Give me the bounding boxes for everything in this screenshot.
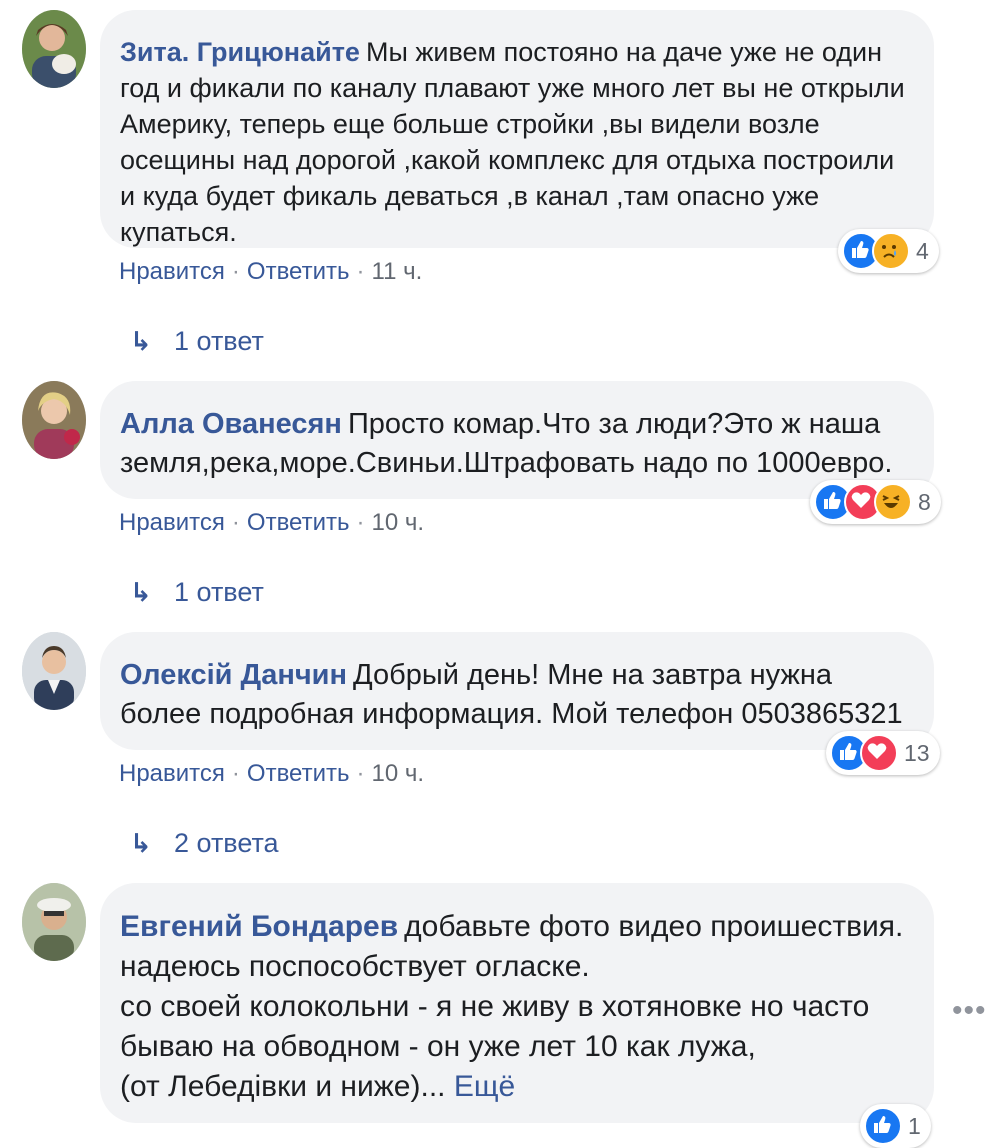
avatar[interactable] <box>22 883 86 961</box>
replies-label: 2 ответа <box>174 828 279 858</box>
like-link[interactable]: Нравится <box>119 509 225 536</box>
view-replies-link[interactable]: ↳ 2 ответа <box>130 828 279 859</box>
avatar[interactable] <box>22 10 86 88</box>
reaction-count: 4 <box>916 237 929 264</box>
comment-author[interactable]: Зита. Грицюнайте <box>120 37 360 67</box>
separator: · <box>231 509 240 536</box>
separator: · <box>356 258 365 285</box>
comment-author[interactable]: Алла Ованесян <box>120 408 342 440</box>
comment-time[interactable]: 11 ч. <box>372 258 423 285</box>
like-link[interactable]: Нравится <box>119 760 225 787</box>
comment-author[interactable]: Олексій Данчин <box>120 659 347 691</box>
haha-icon <box>874 483 912 521</box>
more-options-icon[interactable]: ••• <box>952 994 987 1028</box>
comment-author[interactable]: Евгений Бондарев <box>120 910 398 943</box>
reply-arrow-icon: ↳ <box>130 828 152 858</box>
sad-icon <box>872 232 910 270</box>
reaction-count: 13 <box>904 739 930 766</box>
separator: · <box>231 258 240 285</box>
comment-actions: Нравится · Ответить · 11 ч. <box>119 258 422 286</box>
comment-text-line-4: (от Лебедівки и ниже)... <box>120 1070 446 1103</box>
comment-text: Мы живем постояно на даче уже не один го… <box>120 37 905 247</box>
avatar[interactable] <box>22 381 86 459</box>
comment-bubble: Олексій Данчин Добрый день! Мне на завтра… <box>100 632 934 750</box>
reply-arrow-icon: ↳ <box>130 577 152 607</box>
avatar[interactable] <box>22 632 86 710</box>
like-icon <box>864 1107 902 1145</box>
comment-bubble: Зита. Грицюнайте Мы живем постояно на дач… <box>100 10 934 248</box>
view-replies-link[interactable]: ↳ 1 ответ <box>130 326 264 357</box>
reply-link[interactable]: Ответить <box>247 760 350 787</box>
separator: · <box>231 760 240 787</box>
comment-line: (от Лебедівки и ниже)... Ещё <box>120 1067 910 1107</box>
replies-label: 1 ответ <box>174 577 264 607</box>
reaction-summary[interactable]: 8 <box>810 480 941 524</box>
reaction-summary[interactable]: 13 <box>826 731 940 775</box>
separator: · <box>356 760 365 787</box>
comment-actions: Нравится · Ответить · 10 ч. <box>119 760 424 788</box>
comment-time[interactable]: 10 ч. <box>372 760 425 787</box>
reply-link[interactable]: Ответить <box>247 258 350 285</box>
view-replies-link[interactable]: ↳ 1 ответ <box>130 577 264 608</box>
reaction-count: 8 <box>918 488 931 515</box>
reply-link[interactable]: Ответить <box>247 509 350 536</box>
comment-text-line-1: добавьте фото видео проишествия. <box>404 910 904 943</box>
like-link[interactable]: Нравится <box>119 258 225 285</box>
reply-arrow-icon: ↳ <box>130 326 152 356</box>
comment-bubble: Алла Ованесян Просто комар.Что за люди?Эт… <box>100 381 934 499</box>
replies-label: 1 ответ <box>174 326 264 356</box>
love-icon <box>860 734 898 772</box>
comment-text-line-3: со своей колокольни - я не живу в хотяно… <box>120 990 870 1063</box>
comment-line: Евгений Бондарев добавьте фото видео прои… <box>120 907 910 947</box>
comment-bubble: Евгений Бондарев добавьте фото видео прои… <box>100 883 934 1123</box>
reaction-count: 1 <box>908 1112 921 1139</box>
comment-text-line-2: надеюсь поспособствует огласке. <box>120 950 590 983</box>
comment-actions: Нравится · Ответить · 10 ч. <box>119 509 424 537</box>
reaction-summary[interactable]: 4 <box>838 229 939 273</box>
separator: · <box>356 509 365 536</box>
reaction-summary[interactable]: 1 <box>860 1104 931 1148</box>
see-more-link[interactable]: Ещё <box>454 1070 515 1103</box>
comment-time[interactable]: 10 ч. <box>372 509 425 536</box>
